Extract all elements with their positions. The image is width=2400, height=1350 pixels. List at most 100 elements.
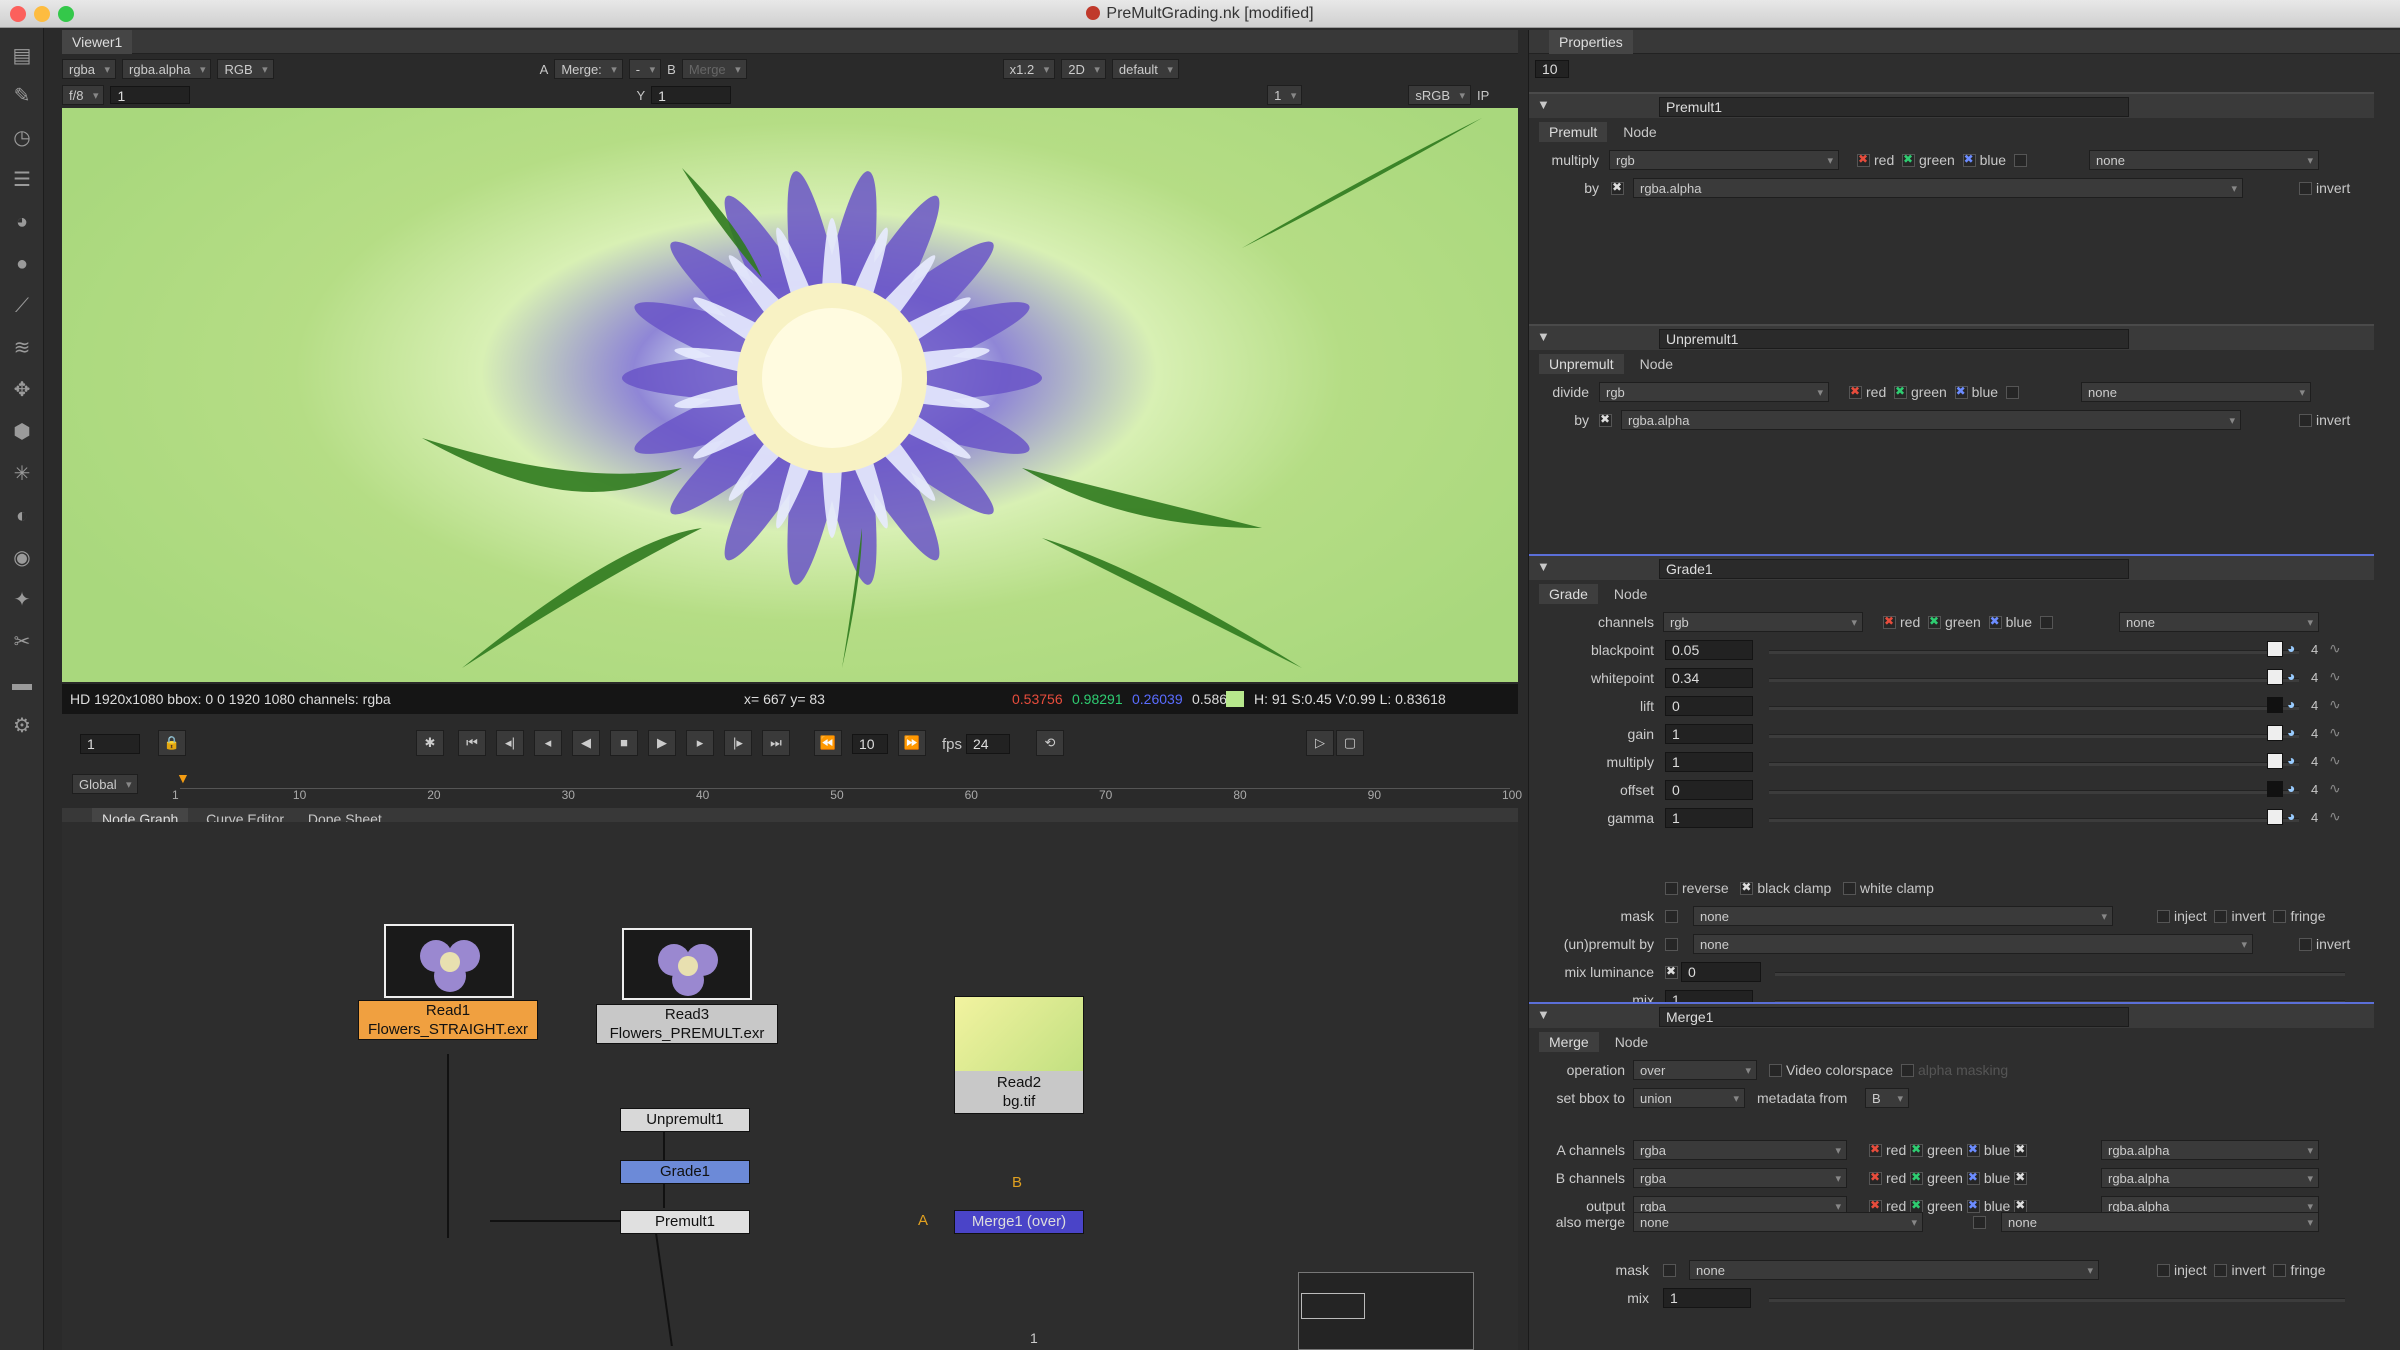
blue-checkbox[interactable] bbox=[1966, 1170, 1980, 1185]
color-wheel-icon[interactable]: ◕ bbox=[2287, 696, 2295, 712]
collapse-icon[interactable]: ▼ bbox=[1537, 329, 1550, 344]
color-wheel-icon[interactable]: ◕ bbox=[2287, 808, 2295, 824]
color-swatch[interactable] bbox=[2267, 641, 2283, 657]
knob-value-field[interactable]: 0 bbox=[1665, 780, 1753, 800]
zoom-window-button[interactable] bbox=[58, 6, 74, 22]
fstop-select[interactable]: f/8 bbox=[62, 85, 105, 106]
alpha-masking-checkbox[interactable] bbox=[1900, 1064, 1914, 1077]
read3-thumbnail[interactable] bbox=[622, 928, 752, 1000]
play-backward-icon[interactable]: ◀ bbox=[572, 730, 600, 756]
node-unpremult[interactable]: Unpremult1 bbox=[620, 1108, 750, 1132]
read1-thumbnail[interactable] bbox=[384, 924, 514, 998]
tab-properties[interactable]: Properties bbox=[1549, 30, 1633, 54]
merge-mix-field[interactable]: 1 bbox=[1663, 1288, 1751, 1308]
color-swatch[interactable] bbox=[2267, 669, 2283, 685]
node-graph-minimap[interactable] bbox=[1298, 1272, 1474, 1350]
unpremult-channels-select[interactable]: rgb bbox=[1599, 382, 1829, 403]
metadata-nodes-icon[interactable]: ✦ bbox=[10, 588, 34, 612]
blue-checkbox[interactable] bbox=[1954, 384, 1968, 399]
animation-curve-icon[interactable]: ∿ bbox=[2329, 696, 2341, 713]
red-checkbox[interactable] bbox=[1869, 1170, 1882, 1185]
in-point-icon[interactable]: ▷ bbox=[1306, 730, 1334, 756]
next-frame-icon[interactable]: ▸ bbox=[686, 730, 714, 756]
next-keyframe-icon[interactable]: |▸ bbox=[724, 730, 752, 756]
last-frame-icon[interactable]: ⏭ bbox=[762, 730, 790, 756]
color-nodes-icon[interactable]: ◕ bbox=[10, 210, 34, 234]
merge-row-channels-select[interactable]: rgba bbox=[1633, 1168, 1847, 1189]
frame-range-select[interactable]: Global bbox=[72, 774, 138, 795]
green-checkbox[interactable] bbox=[1910, 1170, 1924, 1185]
colorspace-select[interactable]: sRGB bbox=[1408, 85, 1472, 106]
also-merge-select-2[interactable]: none bbox=[2001, 1212, 2319, 1233]
play-forward-icon[interactable]: ▶ bbox=[648, 730, 676, 756]
fps-field[interactable]: 24 bbox=[966, 734, 1010, 754]
node-read3[interactable]: Read3 Flowers_PREMULT.exr bbox=[596, 1004, 778, 1044]
input-process-toggle[interactable]: IP bbox=[1477, 88, 1489, 103]
green-checkbox[interactable] bbox=[1902, 152, 1916, 167]
color-wheel-icon[interactable]: ◕ bbox=[2287, 752, 2295, 768]
proxy-select[interactable]: 1 bbox=[1267, 85, 1303, 106]
operation-select[interactable]: over bbox=[1633, 1060, 1757, 1081]
invert-checkbox[interactable] bbox=[2299, 414, 2312, 427]
color-swatch[interactable] bbox=[2267, 725, 2283, 741]
filter-nodes-icon[interactable]: ● bbox=[10, 252, 34, 276]
step-back-icon[interactable]: ⏪ bbox=[814, 730, 842, 756]
timeline[interactable]: Global 1 10 20 30 40 50 60 70 80 90 100 ▼ bbox=[62, 770, 1522, 802]
knob-value-field[interactable]: 1 bbox=[1665, 724, 1753, 744]
green-checkbox[interactable] bbox=[1894, 384, 1908, 399]
reverse-checkbox[interactable] bbox=[1665, 882, 1678, 895]
blue-checkbox[interactable] bbox=[1962, 152, 1976, 167]
video-colorspace-checkbox[interactable] bbox=[1769, 1064, 1782, 1077]
blue-checkbox[interactable] bbox=[1966, 1142, 1980, 1157]
unpremult-name-field[interactable]: Unpremult1 bbox=[1659, 329, 2129, 349]
display-channels-select[interactable]: RGB bbox=[217, 59, 274, 80]
animation-curve-icon[interactable]: ∿ bbox=[2329, 780, 2341, 797]
node-grade[interactable]: Grade1 bbox=[620, 1160, 750, 1184]
invert-checkbox[interactable] bbox=[2299, 182, 2312, 195]
animation-curve-icon[interactable]: ∿ bbox=[2329, 640, 2341, 657]
knob-slider[interactable] bbox=[1769, 818, 2299, 822]
playhead-icon[interactable]: ▼ bbox=[176, 770, 190, 786]
unpremult-checkbox[interactable] bbox=[1665, 938, 1678, 951]
alpha-channel-select[interactable]: rgba.alpha bbox=[122, 59, 212, 80]
mix-luminance-slider[interactable] bbox=[1775, 972, 2345, 976]
merge-mask-select[interactable]: none bbox=[1689, 1260, 2099, 1281]
plugins-icon[interactable]: ⚙ bbox=[10, 714, 34, 738]
also-merge-select-1[interactable]: none bbox=[1633, 1212, 1923, 1233]
color-wheel-icon[interactable]: ◕ bbox=[2287, 780, 2295, 796]
green-checkbox[interactable] bbox=[1928, 614, 1942, 629]
black-clamp-checkbox[interactable] bbox=[1740, 880, 1754, 895]
unpremult-by-select[interactable]: rgba.alpha bbox=[1621, 410, 2241, 431]
grade-mask-select[interactable]: none bbox=[1693, 906, 2113, 927]
collapse-icon[interactable]: ▼ bbox=[1537, 97, 1550, 112]
red-checkbox[interactable] bbox=[1857, 152, 1870, 167]
bbox-select[interactable]: union bbox=[1633, 1088, 1745, 1109]
knob-value-field[interactable]: 0 bbox=[1665, 696, 1753, 716]
inject-checkbox[interactable] bbox=[2157, 1264, 2170, 1277]
metadata-select[interactable]: B bbox=[1865, 1088, 1909, 1109]
node-read1[interactable]: Read1 Flowers_STRAIGHT.exr bbox=[358, 1000, 538, 1040]
extra-channel-checkbox[interactable] bbox=[2005, 386, 2019, 399]
step-field[interactable]: 10 bbox=[852, 734, 888, 754]
zoom-select[interactable]: x1.2 bbox=[1002, 59, 1056, 80]
knob-slider[interactable] bbox=[1769, 706, 2299, 710]
color-wheel-icon[interactable]: ◕ bbox=[2287, 640, 2295, 656]
invert-checkbox[interactable] bbox=[2214, 910, 2228, 923]
image-nodes-icon[interactable]: ▤ bbox=[10, 44, 34, 68]
red-checkbox[interactable] bbox=[1869, 1142, 1882, 1157]
grade-unpremult-select[interactable]: none bbox=[1693, 934, 2253, 955]
color-wheel-icon[interactable]: ◕ bbox=[2287, 668, 2295, 684]
extra-channel-checkbox[interactable] bbox=[2039, 616, 2053, 629]
collapse-icon[interactable]: ▼ bbox=[1537, 1007, 1550, 1022]
color-wheel-icon[interactable]: ◕ bbox=[2287, 724, 2295, 740]
tab-grade[interactable]: Grade bbox=[1539, 584, 1598, 604]
by-checkbox[interactable] bbox=[1611, 180, 1624, 195]
merge-name-field[interactable]: Merge1 bbox=[1659, 1007, 2129, 1027]
b-merge-select[interactable]: Merge bbox=[681, 59, 747, 80]
tab-unpremult[interactable]: Unpremult bbox=[1539, 354, 1624, 374]
first-frame-icon[interactable]: ⏮ bbox=[458, 730, 486, 756]
also-merge-checkbox[interactable] bbox=[1973, 1216, 1986, 1229]
lut-select[interactable]: default bbox=[1111, 59, 1179, 80]
premult-by-select[interactable]: rgba.alpha bbox=[1633, 178, 2243, 199]
red-checkbox[interactable] bbox=[1883, 614, 1896, 629]
